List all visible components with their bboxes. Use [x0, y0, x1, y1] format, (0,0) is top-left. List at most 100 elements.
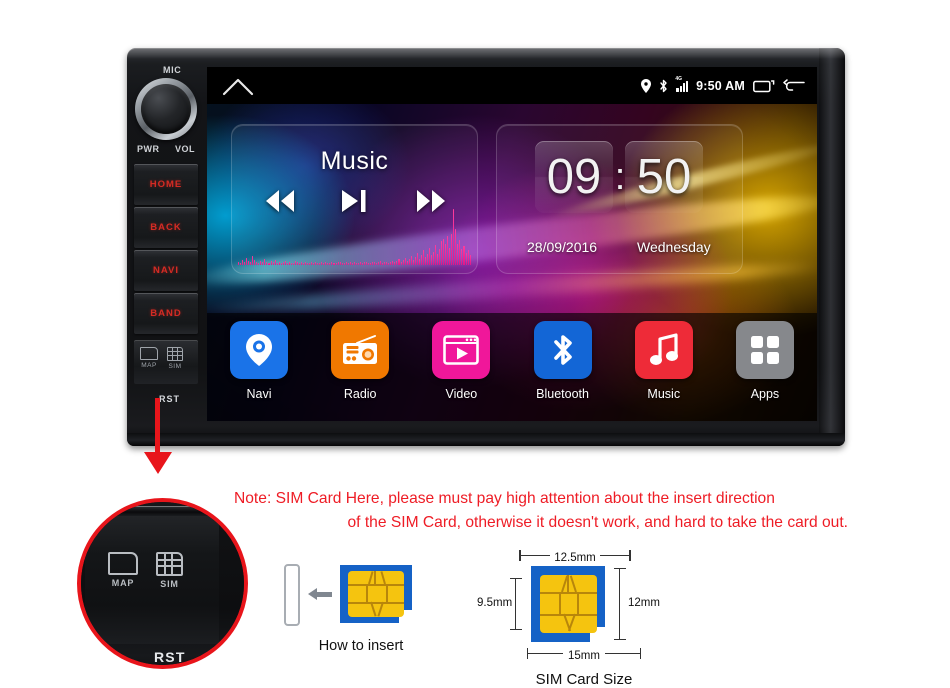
map-slot-label: MAP [141, 362, 157, 369]
detail-vent-strip [87, 506, 217, 516]
touchscreen-display[interactable]: 4G 9:50 AM Music 09: 50 28/09/2016 Wedn… [207, 67, 817, 421]
music-widget-title: Music [320, 147, 389, 175]
spectrum-bar [451, 234, 453, 265]
card-slot-block[interactable]: MAP SIM [134, 340, 198, 384]
spectrum-bar [382, 262, 384, 265]
spectrum-bar [455, 229, 457, 265]
left-height-label: 9.5mm [477, 597, 513, 609]
spectrum-bar [258, 262, 260, 265]
music-widget[interactable]: Music [231, 124, 478, 274]
car-head-unit: MIC PWR VOL HOME BACK NAVI BAND MAP SIM … [127, 48, 845, 446]
spectrum-bar [282, 262, 284, 265]
sim-slot-detail-circle: MAP SIM RST [77, 498, 248, 669]
callout-arrow-line [155, 398, 160, 456]
spectrum-bar [303, 262, 305, 265]
band-hardware-button[interactable]: BAND [134, 293, 198, 334]
spectrum-bar [447, 235, 449, 265]
spectrum-bar [412, 259, 414, 265]
card-slot-icon [284, 564, 300, 626]
spectrum-bar [416, 253, 418, 265]
app-apps[interactable]: Apps [729, 321, 801, 401]
app-navi[interactable]: Navi [223, 321, 295, 401]
spectrum-bar [337, 261, 339, 265]
spectrum-bar [408, 258, 410, 265]
app-music[interactable]: Music [628, 321, 700, 401]
navi-hardware-button-label: NAVI [153, 265, 179, 276]
navi-pin-icon[interactable] [230, 321, 288, 379]
spectrum-bar [467, 250, 469, 265]
vol-label: VOL [175, 144, 196, 154]
sim-card-slot[interactable]: SIM [167, 347, 183, 370]
spectrum-bar [426, 253, 428, 265]
callout-arrow-head [144, 452, 172, 474]
clock-date: 28/09/2016 [527, 239, 598, 255]
spectrum-bar [363, 261, 365, 265]
apps-grid-icon[interactable] [735, 321, 794, 379]
back-hardware-button[interactable]: BACK [134, 207, 198, 248]
spectrum-bar [463, 245, 465, 265]
audio-spectrum-visualizer [238, 209, 471, 265]
detail-sim-label: SIM [160, 579, 179, 589]
spectrum-bar [345, 262, 347, 265]
sim-card-icon [167, 347, 183, 361]
spectrum-bar [398, 259, 400, 265]
spectrum-bar [386, 262, 388, 265]
spectrum-bar [341, 262, 343, 265]
spectrum-bar [246, 258, 248, 265]
spectrum-bar [453, 209, 455, 265]
spectrum-bar [435, 244, 437, 265]
knob-face [141, 84, 191, 134]
spectrum-bar [370, 263, 372, 265]
bluetooth-icon[interactable] [533, 321, 592, 379]
app-apps-label: Apps [750, 387, 780, 401]
sim-slot-label: SIM [168, 363, 182, 370]
top-width-label: 12.5mm [554, 552, 596, 564]
spectrum-bar [394, 262, 396, 265]
home-icon[interactable] [221, 76, 255, 96]
sim-card-dimensioned-illustration: 9.5mm 12mm [477, 564, 660, 646]
detail-rst-label: RST [154, 649, 186, 665]
bluetooth-icon [659, 79, 668, 93]
spectrum-bar [270, 261, 272, 265]
spectrum-bar [380, 261, 382, 265]
spectrum-bar [286, 262, 288, 265]
video-play-icon[interactable] [432, 321, 491, 379]
bottom-dimension-row: 15mm [495, 646, 655, 664]
network-type-label: 4G [675, 75, 683, 82]
spectrum-bar [418, 258, 420, 265]
spectrum-bar [404, 257, 406, 265]
detail-map-slot: MAP [108, 552, 138, 589]
app-video-label: Video [445, 387, 478, 401]
music-note-icon[interactable] [634, 321, 693, 379]
app-radio[interactable]: Radio [324, 321, 396, 401]
clock-hours: 09 [546, 149, 602, 204]
power-volume-knob[interactable] [135, 78, 197, 140]
app-video[interactable]: Video [425, 321, 497, 401]
recents-icon[interactable] [753, 79, 775, 93]
unit-right-bezel [819, 48, 845, 446]
spectrum-bar [343, 263, 345, 265]
map-card-slot[interactable]: MAP [140, 347, 158, 369]
spectrum-bar [414, 257, 416, 265]
spectrum-bar [390, 261, 392, 265]
sim-card-illustration [340, 565, 412, 623]
radio-icon[interactable] [331, 321, 390, 379]
band-hardware-button-label: BAND [150, 308, 182, 319]
status-bar-time: 9:50 AM [696, 78, 745, 93]
app-bluetooth[interactable]: Bluetooth [527, 321, 599, 401]
back-arrow-icon[interactable] [783, 78, 805, 93]
spectrum-bar [292, 262, 294, 265]
navi-hardware-button[interactable]: NAVI [134, 250, 198, 291]
spectrum-bar [272, 262, 274, 265]
spectrum-bar [357, 263, 359, 265]
left-arrow-icon [308, 588, 332, 600]
spectrum-bar [335, 262, 337, 265]
spectrum-bar [400, 261, 402, 265]
detail-reset-hole [115, 657, 124, 662]
clock-widget[interactable]: 09 : 50 28/09/2016 Wednesday [496, 124, 743, 274]
location-pin-icon [641, 78, 652, 93]
spectrum-bar [459, 239, 461, 265]
spectrum-bar [331, 262, 333, 265]
spectrum-bar [309, 262, 311, 265]
home-hardware-button[interactable]: HOME [134, 164, 198, 205]
